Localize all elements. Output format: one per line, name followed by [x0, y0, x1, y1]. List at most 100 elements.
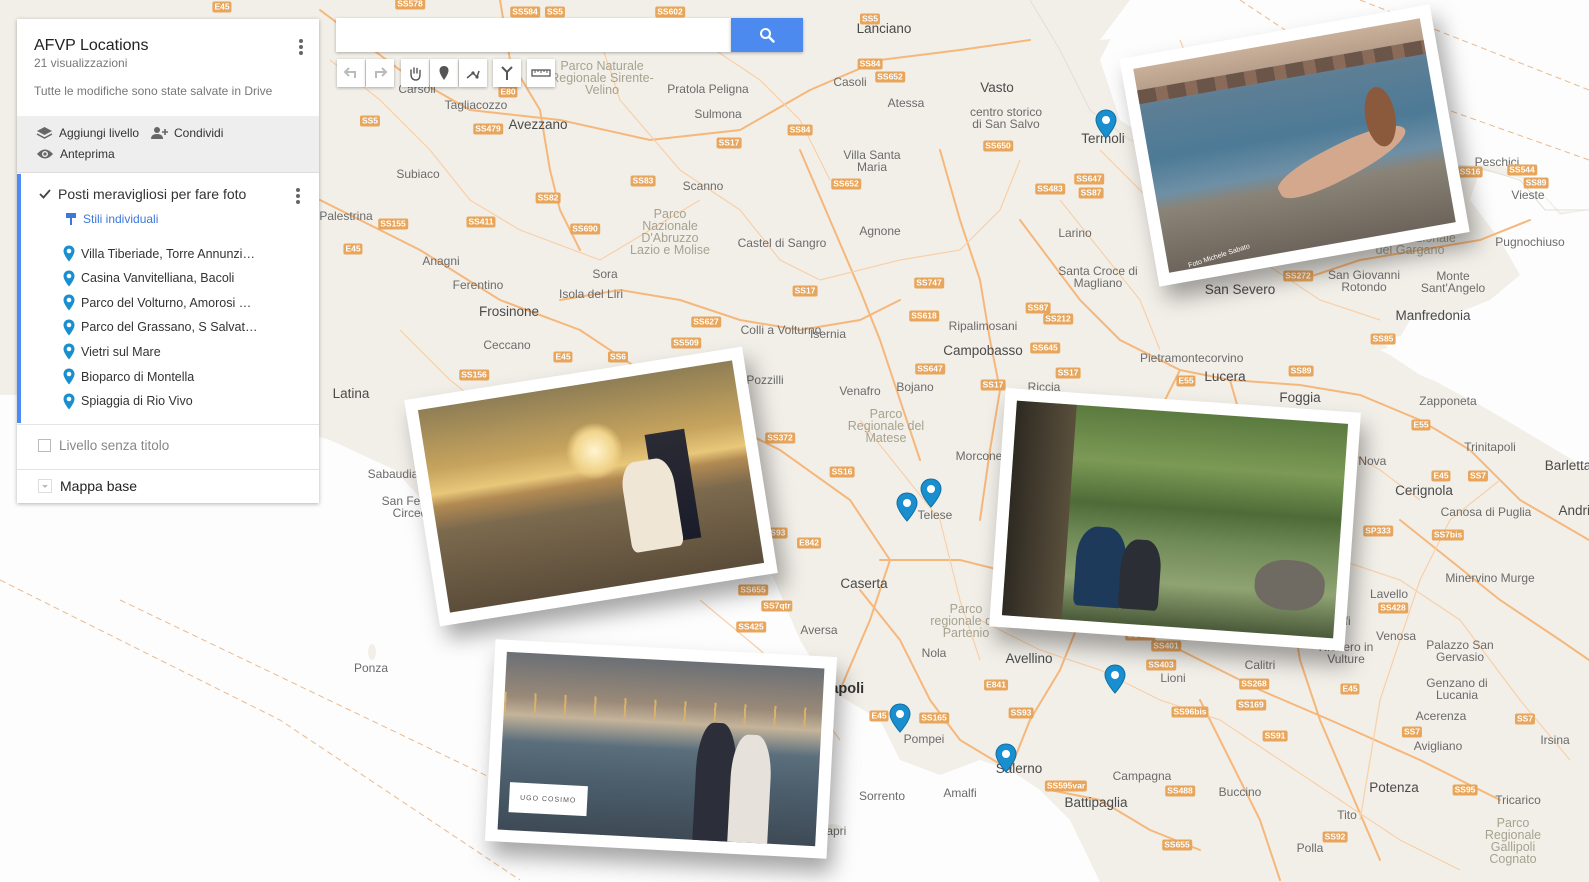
road-shield: SS403: [1146, 659, 1176, 671]
list-item[interactable]: Vietri sul Mare: [63, 343, 161, 360]
road-shield: E55: [1411, 419, 1431, 431]
place-label: Anagni: [422, 254, 460, 268]
pin-icon[interactable]: [896, 492, 918, 522]
place-label: Casoli: [833, 75, 867, 89]
select-tool-button[interactable]: [401, 59, 429, 87]
map-title[interactable]: AFVP Locations: [34, 37, 148, 55]
search-button[interactable]: [731, 18, 803, 52]
road-shield: SS650: [983, 140, 1013, 152]
place-label: Minervino Murge: [1445, 571, 1535, 585]
pin-icon[interactable]: [1095, 109, 1117, 139]
place-label: Sorrento: [858, 789, 906, 803]
pin-icon[interactable]: [995, 743, 1017, 773]
search-input[interactable]: [336, 18, 731, 52]
road-shield: SS268: [1239, 678, 1269, 690]
road-shield: SS428: [1378, 602, 1408, 614]
layer-name: Posti meravigliosi per fare foto: [58, 186, 247, 202]
list-item[interactable]: Parco del Volturno, Amorosi …: [63, 294, 251, 311]
pin-icon: [63, 343, 75, 360]
checkbox-icon[interactable]: [38, 187, 52, 201]
base-map-toggle[interactable]: Mappa base: [38, 478, 137, 494]
layer-untitled[interactable]: Livello senza titolo: [38, 438, 169, 453]
directions-button[interactable]: [493, 59, 521, 87]
place-label: Lanciano: [856, 21, 912, 36]
place-label: Foggia: [1279, 390, 1321, 405]
redo-button[interactable]: [366, 59, 394, 87]
road-shield: E80: [498, 86, 518, 98]
road-shield: SS690: [570, 223, 600, 235]
road-shield: SS652: [875, 71, 905, 83]
list-item[interactable]: Casina Vanvitelliana, Bacoli: [63, 270, 234, 287]
road-shield: SS16: [1457, 166, 1483, 178]
place-label: San Giovanni Rotondo: [1327, 268, 1401, 294]
add-layer-button[interactable]: Aggiungi livello: [36, 126, 139, 140]
road-shield: SS652: [831, 178, 861, 190]
road-shield: SS747: [914, 277, 944, 289]
place-label: Monte Sant'Angelo: [1420, 269, 1486, 295]
list-item[interactable]: Spiaggia di Rio Vivo: [63, 393, 193, 410]
road-shield: SS7: [1401, 726, 1423, 738]
draw-line-button[interactable]: [459, 59, 487, 87]
place-label: Pratola Peligna: [667, 82, 749, 96]
place-label: Castel di Sangro: [737, 236, 827, 250]
place-label: Telese: [917, 508, 953, 522]
road-shield: SS17: [980, 379, 1006, 391]
pin-icon[interactable]: [920, 478, 942, 508]
undo-button[interactable]: [337, 59, 365, 87]
pin-icon[interactable]: [1104, 664, 1126, 694]
road-shield: SS85: [1370, 333, 1396, 345]
road-shield: SS5: [544, 6, 566, 18]
place-label: Aversa: [800, 623, 838, 637]
road-shield: SS17: [792, 285, 818, 297]
individual-styles-link[interactable]: Stili individuali: [65, 212, 158, 226]
preview-button[interactable]: Anteprima: [36, 147, 115, 161]
add-marker-button[interactable]: [430, 59, 458, 87]
view-count: 21 visualizzazioni: [34, 56, 128, 70]
add-layer-label: Aggiungi livello: [59, 126, 140, 140]
layer-header[interactable]: Posti meravigliosi per fare foto: [38, 186, 246, 202]
road-shield: SS425: [736, 621, 766, 633]
road-shield: SS91: [1262, 730, 1288, 742]
list-item-label: Villa Tiberiade, Torre Annunzi…: [81, 246, 255, 261]
more-vert-icon[interactable]: [291, 37, 311, 57]
park-label: Parco Regionale Gallipoli Cognato: [1484, 816, 1542, 866]
road-shield: SS84: [787, 124, 813, 136]
place-label: Tito: [1337, 808, 1357, 822]
pin-icon[interactable]: [889, 703, 911, 733]
place-label: Ferentino: [452, 278, 504, 292]
place-label: Subiaco: [396, 167, 440, 181]
road-shield: SS272: [1283, 270, 1313, 282]
list-item[interactable]: Villa Tiberiade, Torre Annunzi…: [63, 245, 255, 262]
pin-icon: [63, 294, 75, 311]
road-shield: SS5: [359, 115, 381, 127]
place-label: Bojano: [896, 380, 934, 394]
place-label: Atessa: [887, 96, 925, 110]
place-label: Agnone: [859, 224, 901, 238]
place-label: Pompei: [903, 732, 945, 746]
place-label: Morcone: [955, 449, 1003, 463]
draw-line-icon: [466, 70, 480, 79]
place-label: Avigliano: [1413, 739, 1463, 753]
road-shield: SS155: [378, 218, 408, 230]
place-label: Palestrina: [319, 209, 373, 223]
undo-icon: [343, 67, 356, 78]
photo-couple-lake: [989, 387, 1361, 652]
share-button[interactable]: Condividi: [150, 126, 223, 140]
more-vert-icon[interactable]: [288, 186, 308, 206]
list-item[interactable]: Parco del Grassano, S Salvat…: [63, 319, 257, 336]
road-shield: SS96bis: [1171, 706, 1209, 718]
place-label: Zapponeta: [1419, 394, 1477, 408]
road-shield: SS627: [691, 316, 721, 328]
pin-icon: [63, 319, 75, 336]
measure-button[interactable]: [527, 59, 555, 87]
list-item-label: Casina Vanvitelliana, Bacoli: [81, 271, 235, 286]
place-label: Vasto: [980, 80, 1014, 95]
road-shield: SS602: [655, 6, 685, 18]
place-label: Larino: [1058, 226, 1092, 240]
checkbox-icon[interactable]: [38, 439, 51, 452]
road-shield: E55: [1176, 375, 1196, 387]
save-status: Tutte le modifiche sono state salvate in…: [34, 84, 273, 98]
preview-label: Anteprima: [60, 147, 115, 161]
list-item[interactable]: Bioparco di Montella: [63, 368, 194, 385]
road-shield: SS89: [1523, 177, 1549, 189]
